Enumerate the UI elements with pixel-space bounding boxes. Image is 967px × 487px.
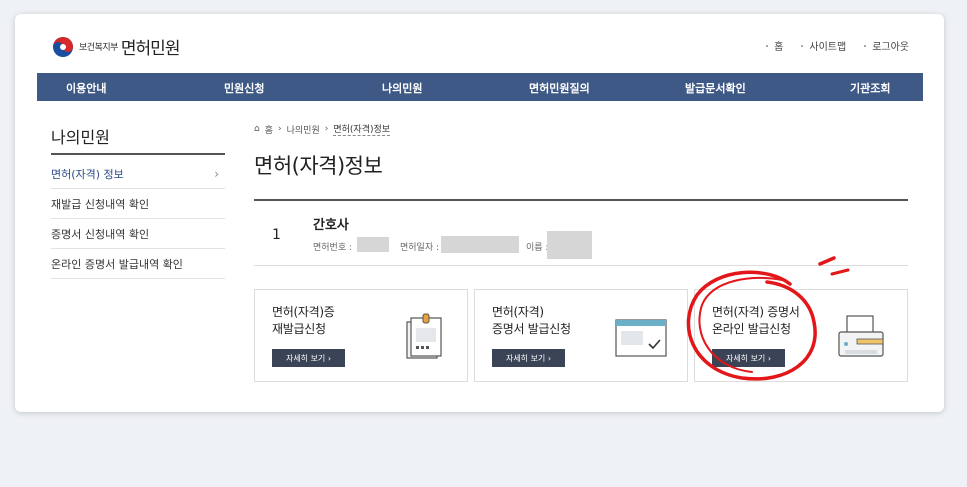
chevron-right-icon: › <box>214 167 219 181</box>
certificate-detail-button[interactable]: 자세히 보기 › <box>492 349 565 367</box>
license-number-label: 면허번호 : <box>313 243 353 253</box>
nav-item-license-inquiry[interactable]: 면허민원질의 <box>529 80 590 96</box>
breadcrumb-current: 면허(자격)정보 <box>333 122 391 136</box>
sidebar-item-certificate-history[interactable]: 증명서 신청내역 확인 <box>51 220 225 249</box>
nav-item-guide[interactable]: 이용안내 <box>66 80 106 96</box>
service-name: 면허민원 <box>120 39 181 59</box>
nav-item-my-petition[interactable]: 나의민원 <box>382 80 422 96</box>
site-header: 보건복지부 면허민원 홈 사이트맵 로그아웃 <box>15 14 944 72</box>
sidebar-item-label: 온라인 증명서 발급내역 확인 <box>51 258 183 271</box>
row-number: 1 <box>272 227 281 243</box>
tile-title: 면허(자격) 증명서 발급신청 <box>492 305 571 336</box>
redacted-license-number <box>357 237 389 252</box>
tile-title: 면허(자격)증 재발급신청 <box>272 305 335 336</box>
printer-icon <box>838 315 884 357</box>
main-card: 보건복지부 면허민원 홈 사이트맵 로그아웃 이용안내 민원신청 나의민원 면허… <box>15 14 944 412</box>
certificate-tile[interactable]: 면허(자격) 증명서 발급신청 자세히 보기 › <box>474 289 688 382</box>
sidebar-item-label: 증명서 신청내역 확인 <box>51 228 150 241</box>
sitemap-link-label: 사이트맵 <box>809 42 847 53</box>
breadcrumb: ⌂ 홈 › 나의민원 › 면허(자격)정보 <box>254 122 395 136</box>
page-title: 면허(자격)정보 <box>254 154 383 178</box>
chevron-right-icon: › <box>324 124 329 134</box>
sidebar-item-label: 재발급 신청내역 확인 <box>51 198 150 211</box>
sidebar-divider <box>51 153 225 155</box>
redacted-license-date <box>441 236 519 253</box>
sidebar-item-label: 면허(자격) 정보 <box>51 168 124 181</box>
sidebar-title: 나의민원 <box>51 128 110 147</box>
sidebar-item-license-info[interactable]: 면허(자격) 정보 › <box>51 160 225 189</box>
table-bottom-border <box>254 265 908 266</box>
home-link[interactable]: 홈 <box>766 38 783 53</box>
nav-item-apply[interactable]: 민원신청 <box>224 80 264 96</box>
utility-links: 홈 사이트맵 로그아웃 <box>748 38 909 53</box>
home-icon: ⌂ <box>254 124 260 134</box>
sidebar-item-reissue-history[interactable]: 재발급 신청내역 확인 <box>51 190 225 219</box>
license-date-label: 면허일자 : <box>400 243 440 253</box>
nav-item-agency-search[interactable]: 기관조회 <box>850 80 890 96</box>
chevron-right-icon: › <box>278 124 282 134</box>
browser-window-check-icon <box>615 319 667 357</box>
id-card-clipboard-icon <box>406 313 442 359</box>
reissue-detail-button[interactable]: 자세히 보기 › <box>272 349 345 367</box>
holder-name-label: 이름 : <box>526 243 549 253</box>
breadcrumb-home[interactable]: 홈 <box>265 123 273 136</box>
license-name: 간호사 <box>313 218 349 233</box>
online-issue-detail-button[interactable]: 자세히 보기 › <box>712 349 785 367</box>
reissue-tile[interactable]: 면허(자격)증 재발급신청 자세히 보기 › <box>254 289 468 382</box>
logout-link-label: 로그아웃 <box>872 42 909 53</box>
ministry-name: 보건복지부 <box>79 43 118 53</box>
table-top-border <box>254 199 908 201</box>
logout-link[interactable]: 로그아웃 <box>864 38 909 53</box>
taegeuk-logo-icon <box>53 36 73 57</box>
site-logo[interactable]: 보건복지부 면허민원 <box>52 34 181 59</box>
home-link-label: 홈 <box>774 42 784 53</box>
nav-item-document-check[interactable]: 발급문서확인 <box>685 80 746 96</box>
sitemap-link[interactable]: 사이트맵 <box>801 38 846 53</box>
online-issue-tile[interactable]: 면허(자격) 증명서 온라인 발급신청 자세히 보기 › <box>694 289 908 382</box>
redacted-holder-name <box>547 231 592 259</box>
main-nav: 이용안내 민원신청 나의민원 면허민원질의 발급문서확인 기관조회 <box>37 73 923 101</box>
tile-title: 면허(자격) 증명서 온라인 발급신청 <box>712 305 800 336</box>
breadcrumb-my-petition[interactable]: 나의민원 <box>287 123 320 136</box>
sidebar-item-online-issue-history[interactable]: 온라인 증명서 발급내역 확인 <box>51 250 225 279</box>
